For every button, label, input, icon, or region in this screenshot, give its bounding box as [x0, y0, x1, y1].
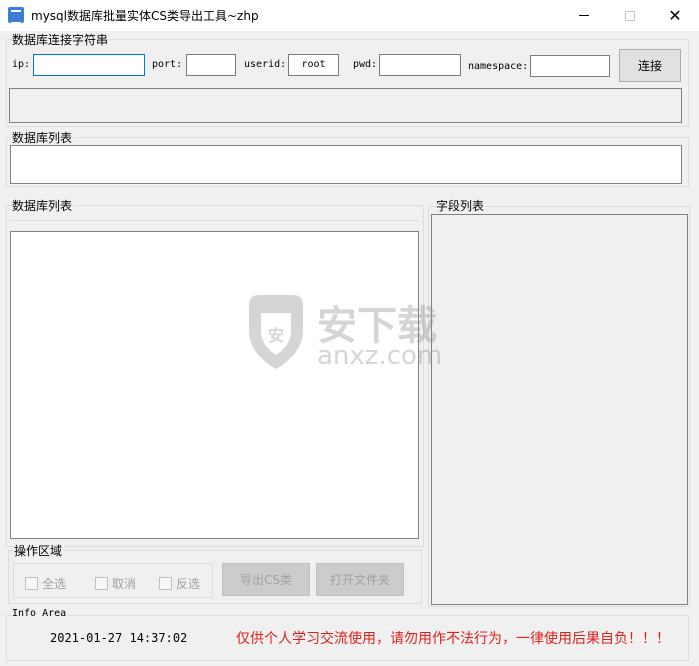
select-all-checkbox[interactable]: 全选: [25, 575, 66, 592]
namespace-label: namespace:: [468, 61, 529, 72]
db-list-divider: [10, 220, 419, 221]
db-list-main-label: 数据库列表: [12, 197, 75, 214]
operations-label: 操作区域: [14, 542, 65, 559]
info-area-label: Info Area: [12, 608, 69, 619]
db-list-top-label: 数据库列表: [12, 129, 75, 146]
pwd-label: pwd:: [353, 59, 378, 70]
port-input[interactable]: [186, 54, 236, 76]
checkbox-box: [159, 577, 172, 590]
maximize-icon: [625, 10, 635, 21]
title-bar: mysql数据库批量实体CS类导出工具~zhp ✕: [0, 0, 699, 31]
svg-text:安: 安: [268, 326, 284, 345]
field-list-label: 字段列表: [436, 197, 487, 214]
watermark-subtext: anxz.com: [317, 341, 443, 371]
userid-input[interactable]: root: [288, 54, 339, 76]
window-title: mysql数据库批量实体CS类导出工具~zhp: [31, 9, 259, 23]
minimize-icon: [579, 15, 589, 16]
port-label: port:: [152, 59, 183, 70]
invert-label: 反选: [176, 577, 201, 591]
select-all-label: 全选: [42, 577, 67, 591]
userid-label: userid:: [244, 59, 287, 70]
invert-checkbox[interactable]: 反选: [159, 575, 200, 592]
cancel-label: 取消: [112, 577, 137, 591]
checkbox-box: [25, 577, 38, 590]
open-folder-button[interactable]: 打开文件夹: [316, 563, 404, 596]
db-table-list[interactable]: [10, 231, 419, 539]
connection-group-label: 数据库连接字符串: [12, 31, 111, 48]
ip-label: ip:: [12, 59, 31, 70]
warning-text: 仅供个人学习交流使用，请勿用作不法行为，一律使用后果自负！！！: [236, 631, 670, 647]
connection-status-panel: [9, 88, 682, 123]
connect-button[interactable]: 连接: [619, 49, 681, 82]
pwd-input[interactable]: [379, 54, 461, 76]
checkbox-box: [95, 577, 108, 590]
app-icon: [8, 7, 24, 24]
db-list-top-box[interactable]: [10, 145, 682, 184]
status-datetime: 2021-01-27 14:37:02: [50, 631, 188, 645]
minimize-button[interactable]: [561, 0, 607, 31]
namespace-input[interactable]: [530, 55, 610, 77]
ip-input[interactable]: [33, 54, 145, 76]
export-cs-button[interactable]: 导出CS类: [222, 563, 310, 596]
close-icon: ✕: [668, 5, 682, 25]
field-list-box[interactable]: [431, 214, 688, 605]
watermark-logo: 安 安下载 anxz.com: [241, 291, 457, 371]
maximize-button[interactable]: [607, 0, 653, 31]
cancel-checkbox[interactable]: 取消: [95, 575, 136, 592]
close-button[interactable]: ✕: [652, 0, 698, 31]
